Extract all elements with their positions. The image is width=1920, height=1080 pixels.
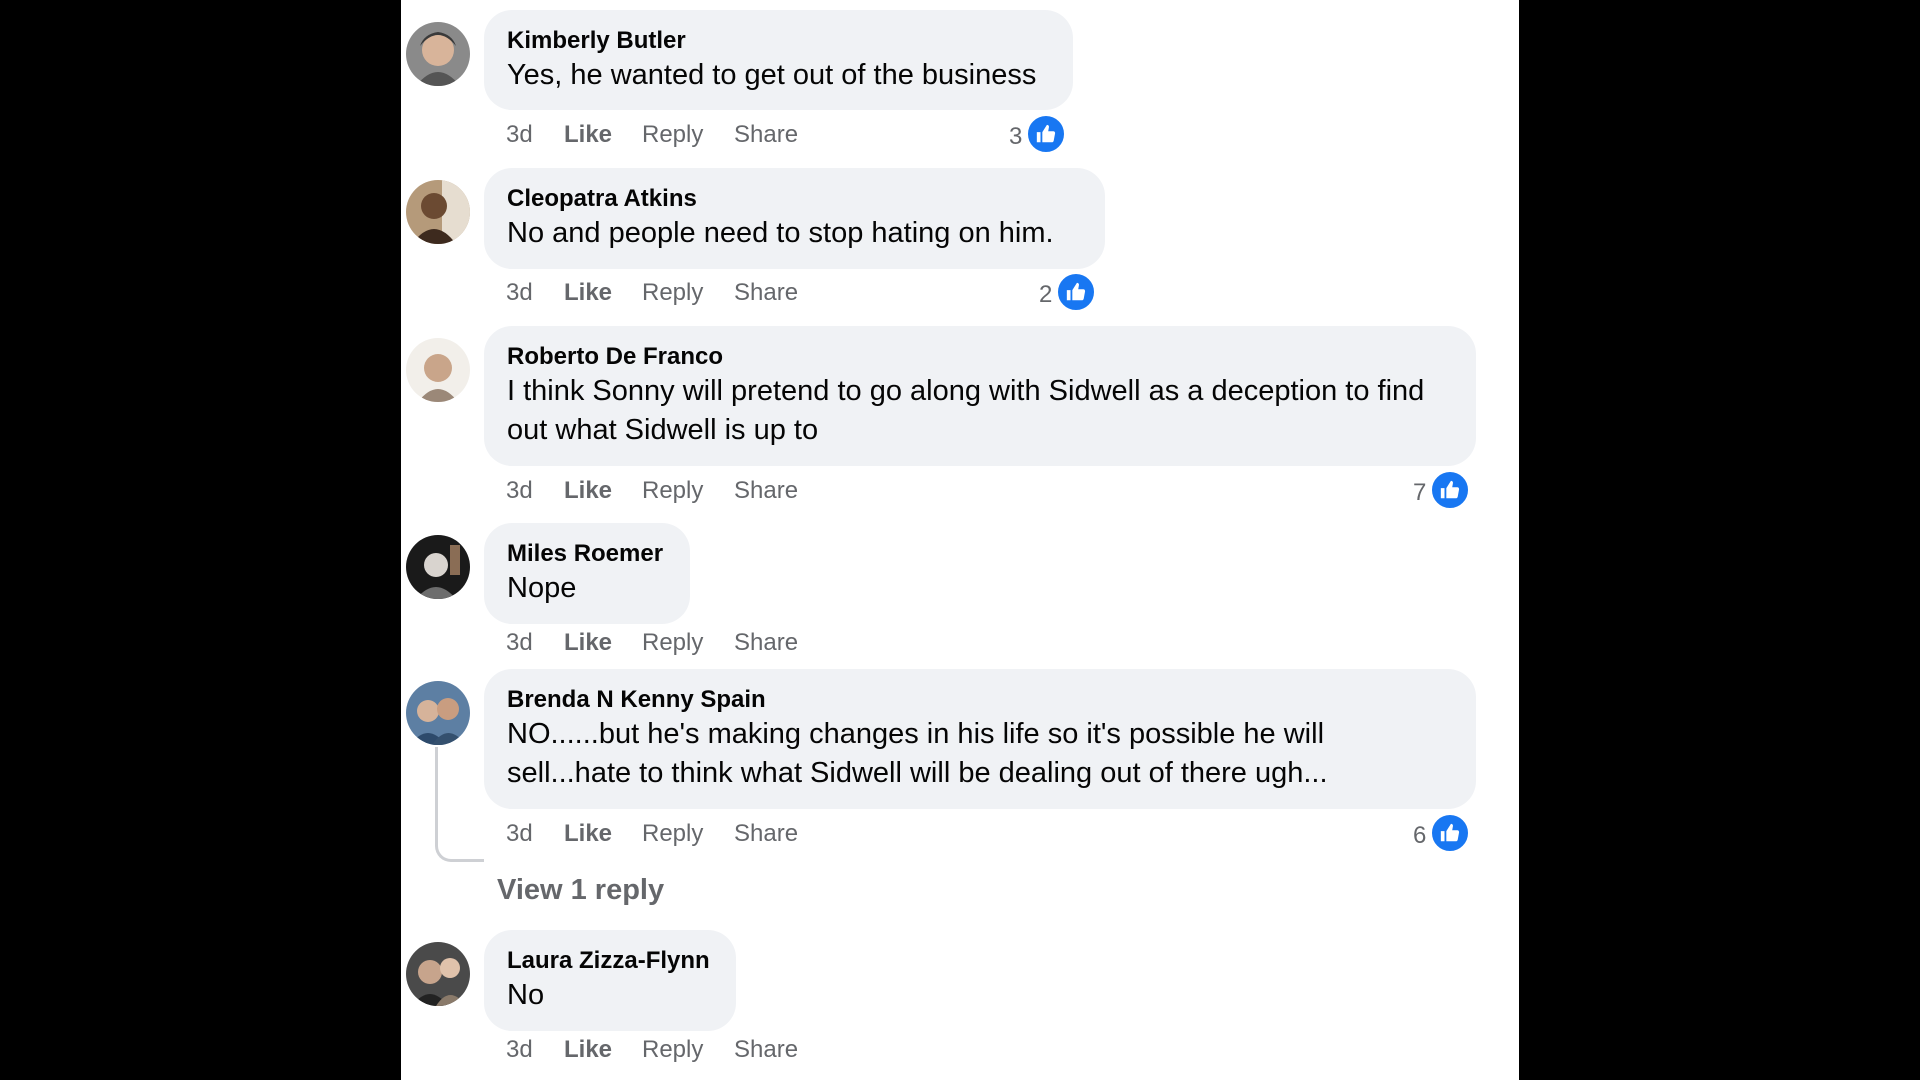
reaction-count-number: 2 <box>1039 281 1053 308</box>
comment-author[interactable]: Brenda N Kenny Spain <box>507 686 1453 714</box>
like-button[interactable]: Like <box>564 477 642 505</box>
reaction-count[interactable]: 2 <box>1039 272 1097 312</box>
like-button[interactable]: Like <box>564 820 642 848</box>
comment-text: No and people need to stop hating on him… <box>507 217 1054 249</box>
reaction-count-number: 7 <box>1413 479 1427 506</box>
comment-actions: 3d Like Reply Share <box>506 627 798 659</box>
reaction-count[interactable]: 6 <box>1413 813 1471 853</box>
reply-button[interactable]: Reply <box>642 477 734 505</box>
comments-panel: Kimberly Butler Yes, he wanted to get ou… <box>401 0 1519 1080</box>
reply-button[interactable]: Reply <box>642 820 734 848</box>
view-replies-link[interactable]: View 1 reply <box>497 874 664 907</box>
comment-actions: 3d Like Reply Share <box>506 1034 798 1066</box>
like-thumb-icon <box>1056 272 1097 312</box>
comment-text: Yes, he wanted to get out of the busines… <box>507 59 1037 91</box>
comment-actions: 3d Like Reply Share <box>506 119 798 151</box>
reply-button[interactable]: Reply <box>642 629 734 657</box>
comment-bubble: Roberto De Franco I think Sonny will pre… <box>484 326 1476 466</box>
avatar[interactable] <box>406 22 470 86</box>
comment-bubble: Cleopatra Atkins No and people need to s… <box>484 168 1105 269</box>
comment-bubble: Miles Roemer Nope <box>484 523 690 624</box>
reaction-count-number: 3 <box>1009 123 1023 150</box>
like-button[interactable]: Like <box>564 121 642 149</box>
comment-text: No <box>507 979 545 1011</box>
comment-time[interactable]: 3d <box>506 1036 564 1064</box>
reply-button[interactable]: Reply <box>642 1036 734 1064</box>
avatar[interactable] <box>406 535 470 599</box>
comment-time[interactable]: 3d <box>506 477 564 505</box>
share-button[interactable]: Share <box>734 1036 798 1064</box>
like-button[interactable]: Like <box>564 629 642 657</box>
share-button[interactable]: Share <box>734 121 798 149</box>
comment-bubble: Laura Zizza-Flynn No <box>484 930 736 1031</box>
reaction-count[interactable]: 3 <box>1009 114 1067 154</box>
like-thumb-icon <box>1430 470 1471 510</box>
comment-text: I think Sonny will pretend to go along w… <box>507 375 1425 446</box>
share-button[interactable]: Share <box>734 629 798 657</box>
share-button[interactable]: Share <box>734 820 798 848</box>
avatar[interactable] <box>406 338 470 402</box>
reaction-count[interactable]: 7 <box>1413 470 1471 510</box>
comment-author[interactable]: Laura Zizza-Flynn <box>507 947 713 975</box>
comment-author[interactable]: Miles Roemer <box>507 540 667 568</box>
like-thumb-icon <box>1026 114 1067 154</box>
comment-actions: 3d Like Reply Share <box>506 818 798 850</box>
avatar[interactable] <box>406 942 470 1006</box>
share-button[interactable]: Share <box>734 279 798 307</box>
thread-connector <box>435 747 484 862</box>
comment-author[interactable]: Roberto De Franco <box>507 343 1453 371</box>
comment-time[interactable]: 3d <box>506 121 564 149</box>
avatar[interactable] <box>406 681 470 745</box>
comment-time[interactable]: 3d <box>506 820 564 848</box>
comment-text: Nope <box>507 572 577 604</box>
like-button[interactable]: Like <box>564 1036 642 1064</box>
share-button[interactable]: Share <box>734 477 798 505</box>
comment-actions: 3d Like Reply Share <box>506 277 798 309</box>
comment-author[interactable]: Cleopatra Atkins <box>507 185 1082 213</box>
comment-time[interactable]: 3d <box>506 629 564 657</box>
avatar[interactable] <box>406 180 470 244</box>
reply-button[interactable]: Reply <box>642 279 734 307</box>
reaction-count-number: 6 <box>1413 822 1427 849</box>
reply-button[interactable]: Reply <box>642 121 734 149</box>
comment-actions: 3d Like Reply Share <box>506 475 798 507</box>
like-button[interactable]: Like <box>564 279 642 307</box>
comment-time[interactable]: 3d <box>506 279 564 307</box>
comment-text: NO......but he's making changes in his l… <box>507 718 1328 789</box>
comment-bubble: Kimberly Butler Yes, he wanted to get ou… <box>484 10 1073 110</box>
comment-author[interactable]: Kimberly Butler <box>507 27 1050 55</box>
comment-bubble: Brenda N Kenny Spain NO......but he's ma… <box>484 669 1476 809</box>
like-thumb-icon <box>1430 813 1471 853</box>
